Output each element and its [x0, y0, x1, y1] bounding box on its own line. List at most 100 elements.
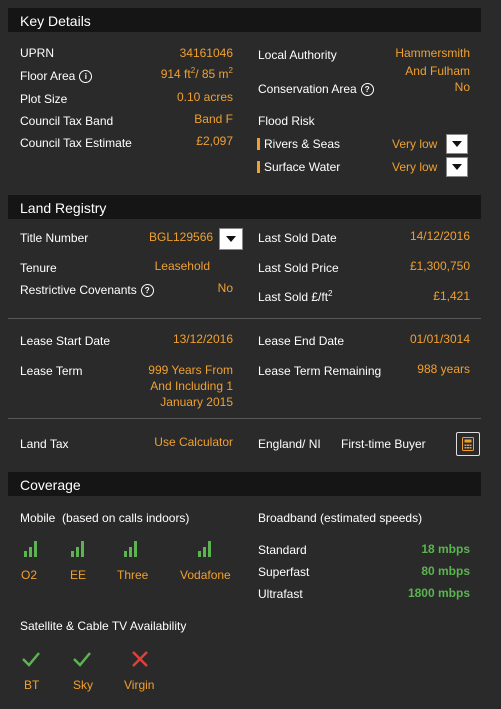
lease-start-value: 13/12/2016 — [172, 332, 233, 346]
tv-availability-label: Satellite & Cable TV Availability — [20, 619, 187, 633]
coverage-header: Coverage — [8, 472, 481, 496]
coverage-title: Coverage — [20, 477, 81, 493]
surface-indicator-bar — [257, 161, 260, 173]
council-tax-est-label: Council Tax Estimate — [20, 136, 132, 150]
last-sold-price-value: £1,300,750 — [409, 259, 470, 273]
broadband-superfast-speed: 80 mbps — [421, 564, 470, 578]
check-icon — [73, 652, 91, 667]
lease-end-label: Lease End Date — [258, 334, 345, 348]
floor-area-sep: / 85 m — [195, 67, 229, 81]
surface-label: Surface Water — [264, 160, 341, 174]
tv-provider-sky: Sky — [73, 678, 94, 692]
land-tax-label: Land Tax — [20, 437, 69, 451]
signal-icon — [24, 541, 38, 557]
surface-dropdown-button[interactable] — [446, 157, 468, 177]
first-time-buyer-label: First-time Buyer — [341, 437, 426, 451]
title-number-label: Title Number — [20, 231, 89, 245]
calculator-button[interactable] — [456, 432, 480, 456]
uprn-label: UPRN — [20, 46, 55, 60]
last-sold-date-value: 14/12/2016 — [409, 229, 470, 243]
local-authority-line2: And Fulham — [405, 64, 470, 78]
last-sold-price-label: Last Sold Price — [258, 261, 339, 275]
chevron-down-icon — [452, 141, 462, 147]
title-number-value: BGL129566 — [149, 230, 214, 244]
signal-icon — [198, 541, 212, 557]
mobile-note: (based on calls indoors) — [62, 511, 190, 525]
england-ni-label: England/ NI — [258, 437, 321, 451]
last-sold-ft-label-exp: 2 — [328, 289, 333, 298]
restrictive-value: No — [217, 281, 233, 295]
uprn-value: 34161046 — [179, 46, 233, 60]
help-icon[interactable]: ? — [360, 83, 374, 96]
tv-provider-bt: BT — [24, 678, 40, 692]
lease-term-line1: 999 Years From — [148, 363, 233, 377]
floor-area-ft: 914 ft — [160, 67, 191, 81]
land-registry-title: Land Registry — [20, 200, 107, 216]
local-authority-line1: Hammersmith — [395, 46, 470, 60]
plot-size-value: 0.10 acres — [176, 90, 233, 104]
last-sold-ft-label-base: Last Sold £/ft — [258, 290, 329, 304]
conservation-value: No — [454, 80, 470, 94]
calculator-icon — [462, 437, 474, 451]
lease-term-line3: January 2015 — [160, 395, 233, 409]
rivers-indicator-bar — [257, 138, 260, 150]
key-details-title: Key Details — [20, 13, 91, 29]
key-details-header: Key Details — [8, 8, 481, 32]
lease-start-label: Lease Start Date — [20, 334, 111, 348]
help-icon[interactable]: ? — [140, 284, 154, 297]
lease-term-value: 999 Years From And Including 1 January 2… — [148, 362, 233, 410]
surface-value: Very low — [392, 160, 438, 174]
lease-term-line2: And Including 1 — [150, 379, 233, 393]
chevron-down-icon — [452, 164, 462, 170]
flood-risk-label: Flood Risk — [258, 114, 315, 128]
rivers-dropdown-button[interactable] — [446, 134, 468, 154]
conservation-label-group: Conservation Area? — [258, 82, 374, 96]
divider — [8, 318, 481, 319]
lease-end-value: 01/01/3014 — [409, 332, 470, 346]
land-registry-header: Land Registry — [8, 195, 481, 219]
council-tax-band-label: Council Tax Band — [20, 114, 114, 128]
lease-remaining-value: 988 years — [417, 362, 470, 376]
tenure-value: Leasehold — [154, 259, 210, 273]
signal-icon — [71, 541, 85, 557]
land-tax-calculator-link[interactable]: Use Calculator — [154, 435, 233, 449]
last-sold-ft-label: Last Sold £/ft2 — [258, 289, 333, 304]
check-icon — [22, 652, 40, 667]
last-sold-ft-value: £1,421 — [433, 289, 470, 303]
restrictive-label: Restrictive Covenants — [20, 283, 137, 297]
broadband-superfast-label: Superfast — [258, 565, 310, 579]
broadband-standard-label: Standard — [258, 543, 307, 557]
info-icon[interactable]: i — [79, 70, 93, 83]
rivers-value: Very low — [392, 137, 438, 151]
tenure-label: Tenure — [20, 261, 57, 275]
rivers-label: Rivers & Seas — [264, 137, 341, 151]
carrier-three: Three — [117, 568, 149, 582]
plot-size-label: Plot Size — [20, 92, 68, 106]
tv-provider-virgin: Virgin — [124, 678, 155, 692]
conservation-label: Conservation Area — [258, 82, 357, 96]
floor-area-label: Floor Area — [20, 69, 76, 83]
carrier-o2: O2 — [21, 568, 38, 582]
chevron-down-icon — [226, 236, 236, 242]
restrictive-label-group: Restrictive Covenants? — [20, 283, 154, 297]
mobile-label: Mobile — [20, 511, 56, 525]
title-number-dropdown-button[interactable] — [219, 228, 243, 250]
broadband-ultrafast-label: Ultrafast — [258, 587, 303, 601]
local-authority-label: Local Authority — [258, 48, 337, 62]
council-tax-est-value: £2,097 — [196, 134, 233, 148]
council-tax-band-value: Band F — [194, 112, 233, 126]
floor-area-m-exp: 2 — [228, 66, 233, 75]
carrier-ee: EE — [70, 568, 87, 582]
local-authority-value: Hammersmith And Fulham — [395, 44, 470, 80]
mobile-label-group: Mobile (based on calls indoors) — [20, 511, 189, 525]
broadband-ultrafast-speed: 1800 mbps — [407, 586, 470, 600]
lease-remaining-label: Lease Term Remaining — [258, 364, 382, 378]
carrier-vodafone: Vodafone — [180, 568, 231, 582]
lease-term-label: Lease Term — [20, 364, 83, 378]
last-sold-date-label: Last Sold Date — [258, 231, 337, 245]
floor-area-value: 914 ft2/ 85 m2 — [161, 66, 233, 81]
divider — [8, 418, 481, 419]
floor-area-label-group: Floor Area i — [20, 69, 93, 83]
broadband-standard-speed: 18 mbps — [421, 542, 470, 556]
signal-icon — [124, 541, 138, 557]
